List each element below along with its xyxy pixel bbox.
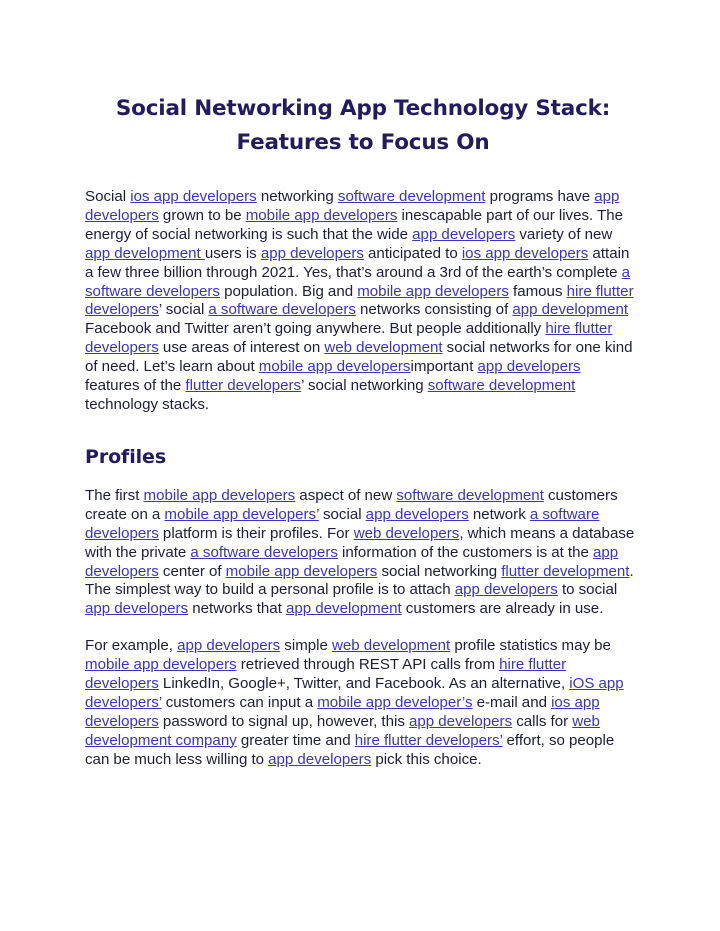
text-run: pick this choice. — [371, 750, 482, 768]
keyword-link[interactable]: a software developers — [208, 301, 355, 318]
page-title-line-2: Features to Focus On — [236, 130, 490, 155]
keyword-link[interactable]: flutter development — [501, 563, 629, 580]
text-run: ’ social networking — [301, 377, 428, 395]
keyword-link[interactable]: ios app developers — [130, 188, 257, 205]
keyword-link[interactable]: app developers — [409, 713, 512, 730]
document-page: Social Networking App Technology Stack: … — [0, 0, 720, 931]
section-heading-profiles: Profiles — [85, 445, 167, 468]
text-run: to social — [557, 581, 618, 599]
text-run: profile statistics may be — [450, 637, 611, 655]
keyword-link[interactable]: mobile app developers — [259, 358, 411, 375]
text-run: information of the customers is at the — [337, 543, 593, 561]
keyword-link[interactable]: app development — [85, 245, 205, 262]
keyword-link[interactable]: app developers — [412, 226, 515, 243]
text-run: use areas of interest on — [158, 339, 325, 357]
text-run: customers are already in use. — [401, 600, 604, 618]
keyword-link[interactable]: mobile app developers — [85, 656, 237, 673]
keyword-link[interactable]: mobile app developers — [226, 563, 378, 580]
page-title-line-1: Social Networking App Technology Stack: — [115, 96, 611, 121]
text-run: platform is their profiles. For — [158, 524, 354, 542]
text-run: networks that — [188, 600, 286, 618]
keyword-link[interactable]: mobile app developers’ — [164, 506, 318, 523]
text-run: features of the — [85, 377, 186, 395]
text-run: customers can input a — [161, 693, 318, 711]
text-run: networking — [256, 188, 338, 205]
text-run: population. Big and — [219, 282, 358, 300]
text-run: simple — [280, 637, 333, 655]
text-run: center of — [158, 562, 226, 580]
spacer-before-profiles-heading — [85, 415, 638, 445]
text-run: Facebook and Twitter aren’t going anywhe… — [85, 320, 546, 338]
spacer-after-title — [85, 160, 638, 188]
keyword-link[interactable]: app development — [286, 600, 402, 617]
keyword-link[interactable]: mobile app developer’s — [317, 694, 472, 711]
keyword-link[interactable]: hire flutter developers’ — [355, 732, 503, 749]
keyword-link[interactable]: web development — [324, 339, 442, 356]
keyword-link[interactable]: software development — [338, 188, 486, 205]
text-run: retrieved through REST API calls from — [236, 656, 500, 674]
paragraph-profiles-2: For example, app developers simple web d… — [85, 637, 638, 769]
keyword-link[interactable]: web development — [332, 637, 450, 654]
keyword-link[interactable]: app developers — [477, 358, 580, 375]
keyword-link[interactable]: ios app developers — [462, 245, 589, 262]
keyword-link[interactable]: software development — [396, 487, 544, 504]
paragraph-intro: Social ios app developers networking sof… — [85, 188, 638, 415]
text-run: For example, — [85, 637, 178, 655]
keyword-link[interactable]: mobile app developers — [246, 207, 398, 224]
document-content: Social Networking App Technology Stack: … — [85, 92, 638, 770]
text-run: ’ social — [158, 301, 209, 319]
text-run: variety of new — [515, 225, 613, 243]
text-run: social — [318, 505, 366, 523]
keyword-link[interactable]: app developers — [85, 600, 188, 617]
text-run: aspect of new — [295, 486, 397, 504]
text-run: password to signal up, however, this — [158, 712, 410, 730]
keyword-link[interactable]: a software developers — [190, 544, 337, 561]
keyword-link[interactable]: mobile app developers — [357, 283, 509, 300]
keyword-link[interactable]: app developers — [455, 581, 558, 598]
text-run: Social — [85, 188, 131, 205]
spacer-between-profile-paragraphs — [85, 619, 638, 637]
keyword-link[interactable]: flutter developers — [185, 377, 301, 394]
text-run: anticipated to — [363, 244, 462, 262]
text-run: calls for — [512, 712, 573, 730]
text-run: programs have — [485, 188, 595, 205]
paragraph-profiles-1: The first mobile app developers aspect o… — [85, 487, 638, 619]
text-run: famous — [508, 282, 567, 300]
text-run: grown to be — [158, 206, 246, 224]
text-run: LinkedIn, Google+, Twitter, and Facebook… — [158, 675, 570, 693]
keyword-link[interactable]: app developers — [177, 637, 280, 654]
page-title: Social Networking App Technology Stack: … — [103, 92, 623, 160]
text-run: users is — [204, 244, 261, 262]
keyword-link[interactable]: web developers — [354, 525, 460, 542]
keyword-link[interactable]: app developers — [366, 506, 469, 523]
text-run: social networking — [377, 562, 502, 580]
text-run: network — [468, 505, 530, 523]
text-run: important — [410, 358, 478, 376]
keyword-link[interactable]: software development — [428, 377, 576, 394]
keyword-link[interactable]: app development — [512, 301, 628, 318]
text-run: greater time and — [236, 731, 355, 749]
text-run: e-mail and — [472, 693, 552, 711]
keyword-link[interactable]: mobile app developers — [144, 487, 296, 504]
keyword-link[interactable]: app developers — [268, 751, 371, 768]
text-run: The first — [85, 486, 144, 504]
text-run: technology stacks. — [85, 395, 210, 413]
keyword-link[interactable]: app developers — [261, 245, 364, 262]
spacer-after-profiles-heading — [85, 469, 638, 487]
text-run: networks consisting of — [355, 301, 513, 319]
